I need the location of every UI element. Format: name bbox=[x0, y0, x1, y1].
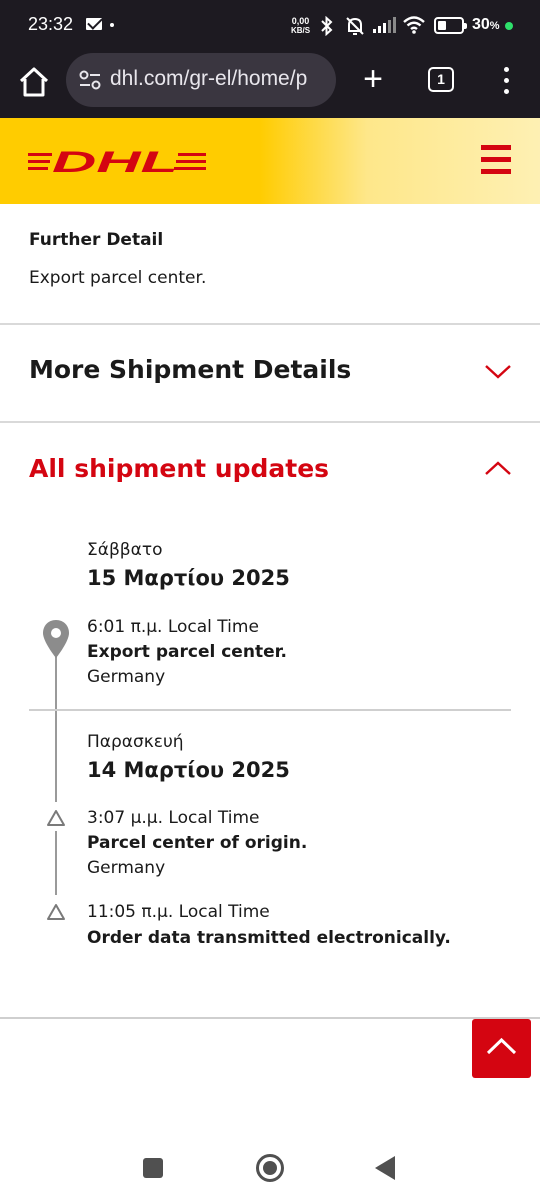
event-time: 11:05 π.μ. Local Time bbox=[87, 902, 270, 922]
network-speed-unit: KB/S bbox=[291, 26, 311, 35]
network-speed-value: 0,00 bbox=[291, 16, 310, 26]
day-date: 15 Μαρτίου 2025 bbox=[87, 566, 290, 590]
svg-text:DHL: DHL bbox=[52, 147, 178, 175]
browser-toolbar: dhl.com/gr-el/home/p + 1 bbox=[0, 52, 540, 118]
event-location: Germany bbox=[87, 858, 166, 878]
browser-menu-button[interactable] bbox=[494, 64, 518, 98]
site-settings-icon[interactable] bbox=[78, 69, 102, 91]
status-bar: 23:32 0,00 KB/S 30% bbox=[0, 0, 540, 52]
site-menu-button[interactable] bbox=[481, 144, 513, 176]
timeline-line bbox=[55, 656, 57, 802]
event-description: Parcel center of origin. bbox=[87, 833, 308, 853]
chevron-up-icon bbox=[486, 1037, 517, 1055]
divider bbox=[0, 421, 540, 423]
bluetooth-icon bbox=[321, 16, 333, 36]
system-navigation-bar bbox=[0, 1130, 540, 1200]
system-back-button[interactable] bbox=[375, 1156, 395, 1180]
day-name: Παρασκευή bbox=[87, 732, 184, 752]
silent-bell-icon bbox=[346, 17, 364, 35]
triangle-icon bbox=[47, 904, 65, 920]
more-notifications-icon bbox=[110, 23, 114, 27]
system-home-button[interactable] bbox=[256, 1154, 284, 1182]
more-shipment-details-toggle[interactable]: More Shipment Details bbox=[29, 355, 351, 384]
event-description: Export parcel center. bbox=[87, 642, 288, 662]
day-separator bbox=[29, 709, 511, 711]
day-date: 14 Μαρτίου 2025 bbox=[87, 758, 290, 782]
day-name: Σάββατο bbox=[87, 540, 163, 560]
event-time: 6:01 π.μ. Local Time bbox=[87, 617, 259, 637]
further-detail-title: Further Detail bbox=[29, 230, 164, 250]
battery-percent-value: 30 bbox=[472, 16, 490, 33]
chevron-up-icon[interactable] bbox=[484, 460, 512, 476]
signal-icon bbox=[373, 17, 396, 33]
divider bbox=[0, 1017, 540, 1019]
location-pin-icon bbox=[43, 620, 69, 658]
network-speed: 0,00 KB/S bbox=[291, 16, 310, 36]
further-detail-text: Export parcel center. bbox=[29, 268, 207, 288]
home-icon[interactable] bbox=[14, 62, 54, 102]
tab-switcher-button[interactable]: 1 bbox=[428, 67, 454, 92]
triangle-icon bbox=[47, 810, 65, 826]
privacy-indicator-dot bbox=[505, 22, 513, 30]
back-to-top-button[interactable] bbox=[472, 1019, 531, 1078]
mail-notification-icon bbox=[86, 18, 102, 30]
dhl-logo[interactable]: DHL bbox=[28, 147, 206, 175]
new-tab-button[interactable]: + bbox=[356, 60, 390, 100]
event-time: 3:07 μ.μ. Local Time bbox=[87, 808, 260, 828]
battery-icon bbox=[434, 17, 467, 34]
all-shipment-updates-toggle[interactable]: All shipment updates bbox=[29, 454, 329, 483]
recent-apps-button[interactable] bbox=[143, 1158, 163, 1178]
status-time: 23:32 bbox=[28, 14, 74, 34]
chevron-down-icon[interactable] bbox=[484, 364, 512, 380]
battery-percent-unit: % bbox=[489, 20, 500, 32]
timeline-line bbox=[55, 831, 57, 895]
url-text[interactable]: dhl.com/gr-el/home/p bbox=[110, 67, 307, 91]
event-location: Germany bbox=[87, 667, 166, 687]
site-header: DHL bbox=[0, 118, 540, 204]
battery-percent: 30% bbox=[472, 16, 500, 34]
address-bar[interactable]: dhl.com/gr-el/home/p bbox=[66, 53, 336, 107]
divider bbox=[0, 323, 540, 325]
wifi-icon bbox=[403, 16, 425, 34]
event-description: Order data transmitted electronically. bbox=[87, 928, 451, 948]
